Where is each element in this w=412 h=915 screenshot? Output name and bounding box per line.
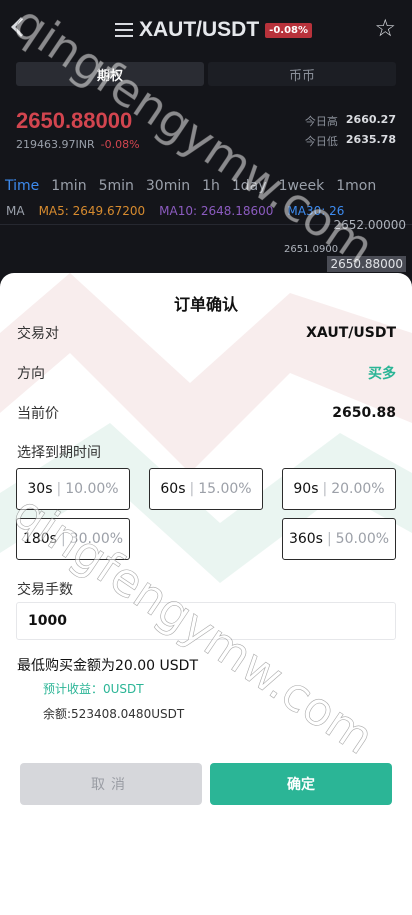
interval-1day[interactable]: 1day — [232, 178, 267, 194]
separator: | — [326, 531, 332, 547]
interval-tabs: Time 1min 5min 30min 1h 1day 1week 1mon — [5, 178, 376, 194]
expiry-seconds: 360s — [288, 531, 323, 547]
menu-icon — [115, 23, 133, 37]
expiry-option-360s[interactable]: 360s | 50.00% — [282, 518, 396, 560]
price-subline: 219463.97INR -0.08% — [16, 138, 140, 151]
low-value: 2635.78 — [345, 133, 396, 146]
low-label: 今日低 — [304, 135, 338, 148]
expiry-option-30s[interactable]: 30s | 10.00% — [16, 468, 130, 510]
last-price: 2650.88000 — [16, 108, 133, 133]
moving-average-legend: MA MA5: 2649.67200 MA10: 2648.18600 MA30… — [6, 204, 344, 218]
confirm-button[interactable]: 确定 — [210, 763, 392, 805]
interval-1mon[interactable]: 1mon — [336, 178, 376, 194]
interval-1h[interactable]: 1h — [202, 178, 220, 194]
today-high: 今日高 2660.27 — [305, 113, 396, 129]
expiry-seconds: 60s — [160, 481, 186, 497]
interval-5min[interactable]: 5min — [99, 178, 134, 194]
current-price-row: 当前价 2650.88 — [17, 403, 396, 423]
high-label: 今日高 — [304, 115, 338, 128]
ma-label: MA — [6, 204, 25, 218]
min-amount-text: 最低购买金额为20.00 USDT — [17, 658, 198, 674]
estimated-profit-text: 预计收益：0USDT — [43, 682, 144, 696]
expiry-option-60s[interactable]: 60s | 15.00% — [149, 468, 263, 510]
market-type-tabs: 期权 币币 — [16, 62, 396, 86]
expiry-seconds: 90s — [293, 481, 319, 497]
inr-value: 219463.97INR — [16, 138, 95, 151]
ma5-value: MA5: 2649.67200 — [38, 204, 146, 218]
current-price-value: 2650.88 — [332, 405, 396, 421]
separator: | — [322, 481, 328, 497]
separator: | — [60, 531, 66, 547]
quantity-label: 交易手数 — [17, 582, 73, 598]
separator: | — [189, 481, 195, 497]
sheet-title: 订单确认 — [173, 295, 238, 314]
expiry-rate: 15.00% — [198, 481, 252, 497]
cancel-button[interactable]: 取消 — [20, 763, 202, 805]
expiry-seconds: 180s — [22, 531, 57, 547]
expiry-seconds: 30s — [27, 481, 53, 497]
pair-title: XAUT/USDT — [139, 18, 260, 41]
expiry-rate: 10.00% — [65, 481, 119, 497]
back-arrow-icon[interactable] — [11, 17, 31, 37]
top-bar: XAUT/USDT -0.08% ☆ — [0, 0, 412, 62]
expiry-rate: 30.00% — [69, 531, 124, 547]
change-badge: -0.08% — [265, 22, 313, 38]
tab-options[interactable]: 期权 — [16, 62, 204, 86]
interval-1week[interactable]: 1week — [279, 178, 325, 194]
pair-value: XAUT/USDT — [306, 325, 396, 341]
ma30-value: MA30: 26 — [287, 204, 345, 218]
today-low: 今日低 2635.78 — [305, 133, 396, 149]
pair-row: 交易对 XAUT/USDT — [17, 323, 396, 343]
axis-value-top: 2652.00000 — [333, 218, 406, 232]
separator: | — [56, 481, 62, 497]
favorite-star-icon[interactable]: ☆ — [374, 14, 396, 42]
sheet-content: 订单确认 交易对 XAUT/USDT 方向 买多 当前价 2650.88 选择到… — [0, 273, 412, 915]
expiry-option-180s[interactable]: 180s | 30.00% — [16, 518, 130, 560]
interval-1min[interactable]: 1min — [51, 178, 86, 194]
axis-value-mid: 2651.0900 — [284, 244, 339, 255]
pair-selector[interactable]: XAUT/USDT -0.08% — [115, 18, 313, 42]
direction-label: 方向 — [17, 366, 45, 382]
pair-label: 交易对 — [17, 326, 59, 342]
high-value: 2660.27 — [345, 113, 396, 126]
ma10-value: MA10: 2648.18600 — [159, 204, 274, 218]
expiry-rate: 50.00% — [335, 531, 390, 547]
order-confirm-sheet: 订单确认 交易对 XAUT/USDT 方向 买多 当前价 2650.88 选择到… — [0, 273, 412, 915]
interval-30min[interactable]: 30min — [146, 178, 190, 194]
current-price-tag: 2650.88000 — [327, 256, 406, 272]
interval-time[interactable]: Time — [5, 178, 39, 194]
expiry-label: 选择到期时间 — [17, 445, 101, 461]
expiry-rate: 20.00% — [331, 481, 385, 497]
balance-text: 余额:523408.0480USDT — [43, 707, 185, 721]
change-percent: -0.08% — [100, 138, 140, 151]
expiry-option-90s[interactable]: 90s | 20.00% — [282, 468, 396, 510]
direction-value: 买多 — [368, 366, 396, 382]
tab-spot[interactable]: 币币 — [208, 62, 396, 86]
quantity-input[interactable]: 1000 — [16, 602, 396, 640]
current-price-label: 当前价 — [17, 406, 59, 422]
trading-screen-background: XAUT/USDT -0.08% ☆ 期权 币币 2650.88000 2194… — [0, 0, 412, 300]
direction-row: 方向 买多 — [17, 363, 396, 383]
